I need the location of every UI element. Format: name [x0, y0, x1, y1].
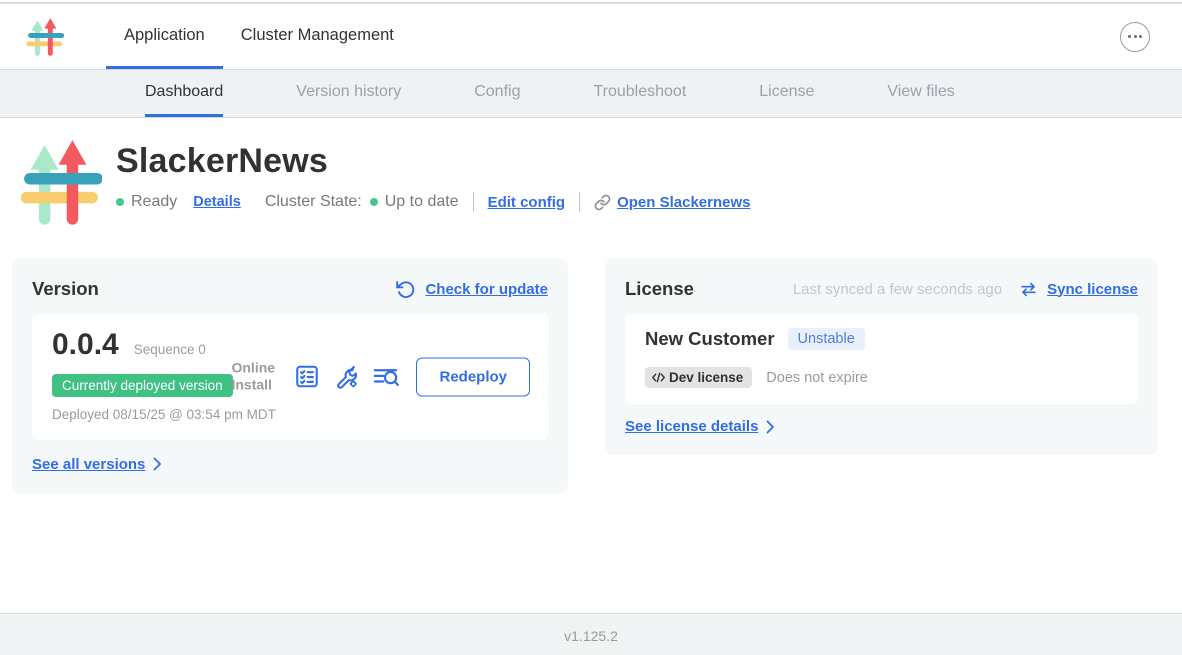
header: Application Cluster Management: [0, 4, 1182, 70]
tab-dashboard[interactable]: Dashboard: [145, 70, 223, 117]
app-subnav: Dashboard Version history Config Trouble…: [0, 70, 1182, 118]
app-logo-arrows-icon: [26, 16, 64, 58]
chevron-right-icon: [766, 420, 775, 434]
edit-config-link[interactable]: Edit config: [488, 194, 566, 211]
tab-cluster-management-label: Cluster Management: [241, 26, 394, 45]
app-status-text: Ready: [131, 193, 177, 211]
license-card-title: License: [625, 278, 694, 300]
tab-license[interactable]: License: [759, 70, 814, 117]
code-icon: [651, 371, 666, 384]
cluster-state-text: Up to date: [385, 193, 459, 211]
footer: v1.125.2: [0, 613, 1182, 655]
tab-view-files[interactable]: View files: [887, 70, 954, 117]
app-status-row: Ready Details Cluster State: Up to date …: [116, 192, 750, 212]
tab-version-history[interactable]: Version history: [296, 70, 401, 117]
sequence-label: Sequence 0: [134, 342, 206, 357]
open-app-link[interactable]: Open Slackernews: [617, 194, 750, 211]
version-number: 0.0.4: [52, 328, 119, 362]
sync-license-link[interactable]: Sync license: [1047, 281, 1138, 298]
customer-name: New Customer: [645, 328, 775, 350]
console-version: v1.125.2: [564, 628, 618, 644]
divider: [579, 192, 580, 212]
current-version-panel: 0.0.4 Sequence 0 Currently deployed vers…: [32, 314, 548, 440]
channel-badge: Unstable: [788, 328, 865, 350]
tab-application-label: Application: [124, 26, 205, 45]
version-actions: Online Install: [231, 357, 530, 396]
ellipsis-icon: [1128, 35, 1131, 38]
see-license-details-link[interactable]: See license details: [625, 418, 758, 435]
cluster-state-dot: [370, 198, 378, 206]
more-menu-button[interactable]: [1120, 22, 1150, 52]
admin-console-page: Application Cluster Management Dashboard…: [0, 2, 1182, 655]
tab-cluster-management[interactable]: Cluster Management: [223, 4, 412, 69]
app-header-section: SlackerNews Ready Details Cluster State:…: [0, 118, 1182, 226]
app-icon-large: [20, 138, 102, 226]
license-card: License Last synced a few seconds ago Sy…: [605, 259, 1158, 455]
app-status-dot: [116, 198, 124, 206]
header-tabs: Application Cluster Management: [106, 4, 412, 69]
redeploy-button[interactable]: Redeploy: [416, 357, 530, 396]
tab-application[interactable]: Application: [106, 4, 223, 69]
license-type-badge: Dev license: [645, 367, 752, 388]
external-link-chain-icon: [594, 194, 611, 211]
refresh-icon: [395, 279, 416, 300]
view-logs-icon[interactable]: [371, 363, 399, 391]
license-panel: New Customer Unstable Dev license: [625, 314, 1138, 404]
chevron-right-icon: [153, 457, 162, 471]
install-type-label: Online Install: [231, 359, 281, 394]
tab-troubleshoot[interactable]: Troubleshoot: [593, 70, 686, 117]
divider: [473, 192, 474, 212]
preflight-checklist-icon[interactable]: [293, 363, 321, 391]
dashboard-cards: Version Check for update 0.0.4 Sequence …: [0, 259, 1182, 493]
app-logo: [0, 4, 64, 69]
last-synced-text: Last synced a few seconds ago: [793, 281, 1002, 298]
see-all-versions-link[interactable]: See all versions: [32, 456, 145, 473]
details-link[interactable]: Details: [193, 194, 241, 210]
page-title: SlackerNews: [116, 142, 750, 181]
version-card-title: Version: [32, 278, 99, 300]
config-wrench-icon[interactable]: [332, 363, 360, 391]
version-card: Version Check for update 0.0.4 Sequence …: [12, 259, 568, 493]
cluster-state-label: Cluster State:: [265, 193, 362, 211]
sync-arrows-icon: [1019, 280, 1038, 299]
check-for-update-link[interactable]: Check for update: [425, 281, 548, 298]
license-expiry: Does not expire: [766, 370, 868, 386]
deployed-status-badge: Currently deployed version: [52, 374, 233, 397]
tab-config[interactable]: Config: [474, 70, 520, 117]
deployed-timestamp: Deployed 08/15/25 @ 03:54 pm MDT: [52, 406, 292, 424]
